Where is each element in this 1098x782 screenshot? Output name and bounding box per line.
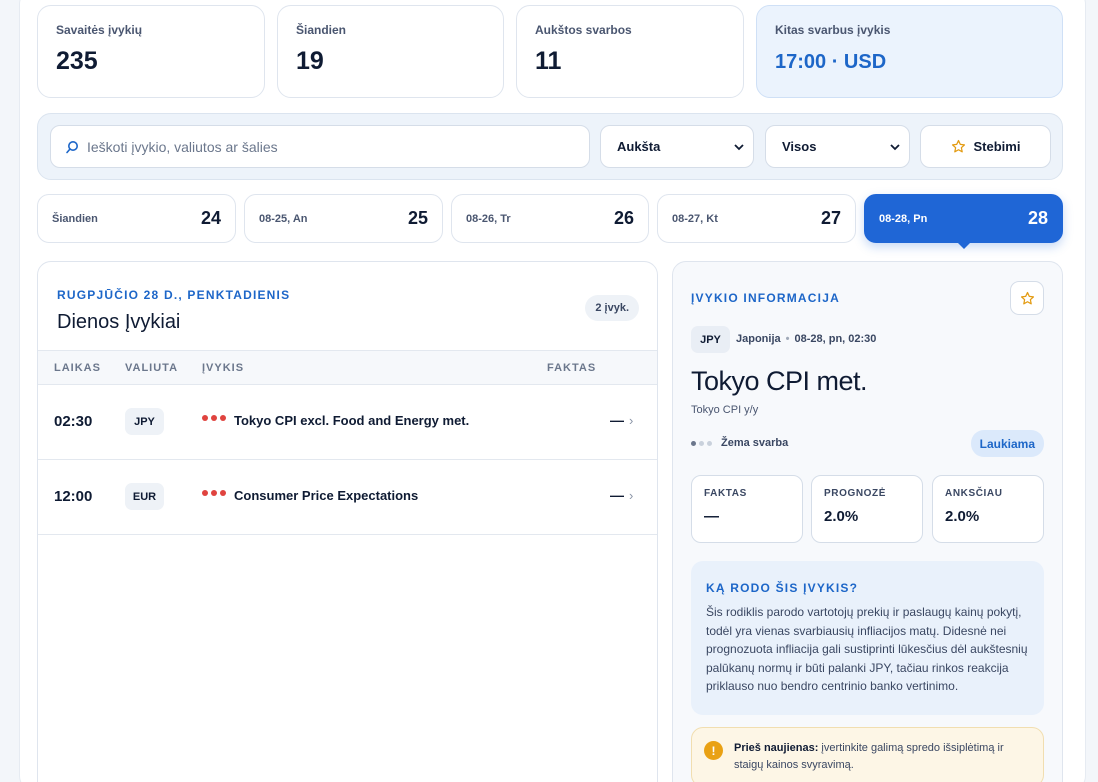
day-tab-26[interactable]: 08-26, Tr 26 [451,194,649,243]
table-header: LAIKAS VALIUTA ĮVYKIS FAKTAS [38,350,657,385]
currency-badge: JPY [125,408,164,435]
stat-value: 17:00 · USD [775,51,887,73]
day-tab-28[interactable]: 08-28, Pn 28 [864,194,1063,249]
metric-previous: ANKSČIAU 2.0% [932,475,1044,543]
currency-select[interactable]: Visos [765,125,910,168]
metric-value: 2.0% [945,508,980,525]
warning-icon: ! [704,741,723,760]
importance-label: Žema svarba [721,437,789,449]
search-input[interactable] [87,138,567,155]
currency-badge: JPY [691,326,730,353]
currency-select-value: Visos [782,139,817,154]
day-tab-label: 08-26, Tr [466,212,511,225]
column-header-currency: VALIUTA [125,362,179,374]
importance-dots [202,490,226,496]
day-tab-number: 28 [1027,208,1048,228]
importance-select[interactable]: Aukšta [600,125,754,168]
status-badge: Laukiama [970,430,1044,457]
event-datetime: 08-28, pn, 02:30 [794,333,877,345]
chevron-right-icon: › [629,413,634,428]
day-tab-number: 24 [200,208,221,228]
event-country: Japonija [736,333,781,345]
star-icon [1020,291,1034,304]
warning-label: Prieš naujienas: [734,742,819,754]
day-tab-label: 08-27, Kt [672,212,718,225]
stat-week-events: Savaitės įvykių 235 [37,5,265,98]
stat-label: Savaitės įvykių [56,23,143,37]
stat-today: Šiandien 19 [277,5,504,98]
explanation-heading: KĄ RODO ŠIS ĮVYKIS? [706,581,859,595]
importance-indicator: Žema svarba [691,437,788,449]
day-tab-label: 08-25, An [259,212,308,225]
day-tab-label: 08-28, Pn [879,212,928,225]
stat-value: 19 [296,47,324,75]
event-subtitle: Tokyo CPI y/y [691,404,759,416]
watchlist-label: Stebimi [973,139,1021,154]
importance-dots [202,415,226,421]
search-box [50,125,590,168]
day-tab-number: 27 [820,208,841,228]
detail-heading: ĮVYKIO INFORMACIJA [691,291,840,305]
panel-title: Dienos Įvykiai [57,311,181,333]
chevron-right-icon: › [629,488,634,503]
chevron-down-icon [890,143,900,150]
pre-news-warning: ! Prieš naujienas: įvertinkite galimą sp… [691,727,1044,782]
column-header-time: LAIKAS [54,362,101,374]
metric-label: ANKSČIAU [945,488,1003,499]
column-header-event: ĮVYKIS [202,362,245,374]
chevron-down-icon [734,143,744,150]
day-tab-25[interactable]: 08-25, An 25 [244,194,443,243]
stat-high-importance: Aukštos svarbos 11 [516,5,744,98]
stat-value: 11 [535,47,562,75]
stat-label: Kitas svarbus įvykis [775,23,891,37]
metric-label: PROGNOZĖ [824,488,887,499]
metric-actual: FAKTAS — [691,475,803,543]
date-heading: RUGPJŪČIO 28 D., PENKTADIENIS [57,288,291,302]
importance-select-value: Aukšta [617,139,661,154]
favorite-button[interactable] [1010,281,1044,315]
table-row[interactable]: 02:30 JPY Tokyo CPI excl. Food and Energ… [38,385,657,460]
table-row[interactable]: 12:00 EUR Consumer Price Expectations — … [38,460,657,535]
event-detail-panel: ĮVYKIO INFORMACIJA JPY Japonija • 08-28, p… [672,261,1063,782]
event-title: Tokyo CPI met. [691,366,868,396]
event-name: Tokyo CPI excl. Food and Energy met. [234,413,470,428]
day-tab-today[interactable]: Šiandien 24 [37,194,236,243]
stat-label: Aukštos svarbos [535,23,632,37]
stat-next-event: Kitas svarbus įvykis 17:00 · USD [756,5,1063,98]
metric-value: — [704,508,719,525]
filter-bar: Aukšta Visos Stebimi [37,113,1063,180]
event-time: 12:00 [54,488,93,505]
currency-badge: EUR [125,483,164,510]
warning-text: Prieš naujienas: įvertinkite galimą spre… [734,740,1031,774]
event-count-badge: 2 įvyk. [585,295,639,321]
day-tab-number: 25 [407,208,428,228]
event-actual: — [610,412,624,428]
event-name: Consumer Price Expectations [234,488,419,503]
explanation-text: Šis rodiklis parodo vartotojų prekių ir … [706,605,1028,693]
column-header-actual: FAKTAS [547,362,597,374]
metric-forecast: PROGNOZĖ 2.0% [811,475,923,543]
star-icon [951,139,965,153]
stat-value: 235 [56,47,98,75]
day-tab-27[interactable]: 08-27, Kt 27 [657,194,856,243]
event-actual: — [610,487,624,503]
metric-label: FAKTAS [704,488,747,499]
event-time: 02:30 [54,413,93,430]
stat-label: Šiandien [296,23,347,37]
events-panel: RUGPJŪČIO 28 D., PENKTADIENIS Dienos Įvy… [37,261,658,782]
event-meta: Japonija • 08-28, pn, 02:30 [736,333,877,345]
day-tab-label: Šiandien [52,212,98,225]
metric-value: 2.0% [824,508,859,525]
watchlist-button[interactable]: Stebimi [920,125,1051,168]
event-explanation: KĄ RODO ŠIS ĮVYKIS? Šis rodiklis parodo … [691,561,1044,715]
day-tab-number: 26 [613,208,634,228]
search-icon [66,140,78,153]
